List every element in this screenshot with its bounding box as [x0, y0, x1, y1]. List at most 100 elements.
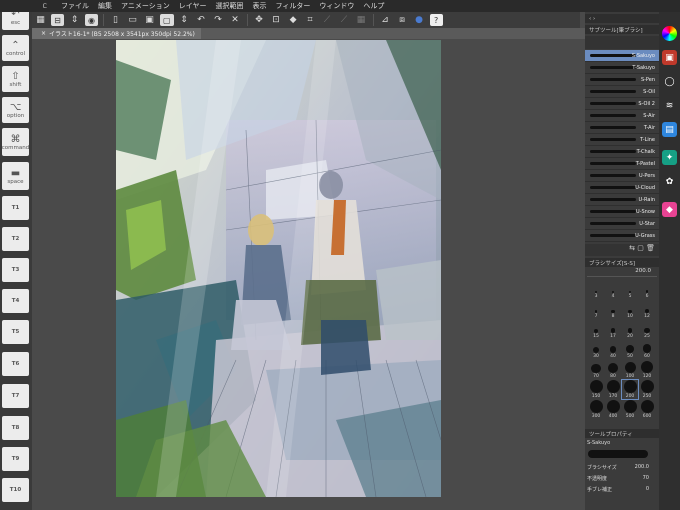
brush-size-option[interactable]: 15: [588, 320, 604, 339]
key-control[interactable]: ⌃ control: [2, 35, 29, 61]
transform-icon[interactable]: ✥: [253, 14, 266, 26]
crop-icon[interactable]: ⌗: [304, 14, 317, 26]
canvas-icon[interactable]: ▢: [160, 14, 174, 26]
brush-size-option[interactable]: 500: [622, 400, 638, 419]
brush-item[interactable]: S-Sakuyo: [585, 50, 659, 62]
brush-size-option[interactable]: 7: [588, 300, 604, 319]
palette-icon[interactable]: ✿: [662, 174, 677, 189]
brush-size-option[interactable]: 400: [605, 400, 621, 419]
select-off-icon[interactable]: ▦: [355, 14, 368, 26]
menu-help[interactable]: ヘルプ: [363, 1, 384, 11]
deselect-icon[interactable]: ⊡: [270, 14, 283, 26]
sub-tool-actions[interactable]: ⇆ ▢ 🗑: [585, 244, 659, 256]
brush-item[interactable]: U-Pers: [585, 170, 659, 182]
menu-animation[interactable]: アニメーション: [121, 1, 170, 11]
brush-size-option[interactable]: 150: [588, 380, 604, 399]
brush-size-option[interactable]: 5: [622, 280, 638, 299]
snap-icon[interactable]: ⧈: [396, 14, 409, 26]
layer-property-icon[interactable]: ▤: [662, 122, 677, 137]
brush-item[interactable]: S-Oil: [585, 86, 659, 98]
tool-property-row[interactable]: 不透明度 70: [587, 473, 655, 483]
app-logo-icon[interactable]: ᥴ: [38, 0, 52, 12]
stepper-icon-2[interactable]: ⇕: [178, 14, 191, 26]
undo-icon[interactable]: ↶: [195, 14, 208, 26]
tool-property-row[interactable]: ブラシサイズ 200.0: [587, 462, 655, 472]
property-value[interactable]: 0: [646, 486, 655, 492]
brush-size-option[interactable]: 12: [639, 300, 655, 319]
brush-size-option[interactable]: 300: [588, 400, 604, 419]
open-folder-icon[interactable]: ▭: [126, 14, 139, 26]
property-value[interactable]: 70: [643, 475, 655, 481]
menu-window[interactable]: ウィンドウ: [319, 1, 354, 11]
menu-filter[interactable]: フィルター: [276, 1, 311, 11]
brush-size-option[interactable]: 170: [605, 380, 621, 399]
brush-item[interactable]: T-Pastel: [585, 158, 659, 170]
tool-property-row[interactable]: 手ブレ補正 0: [587, 484, 655, 494]
color-history-icon[interactable]: ◆: [662, 202, 677, 217]
brush-item[interactable]: U-Cloud: [585, 182, 659, 194]
brush-item[interactable]: T-Line: [585, 134, 659, 146]
key-t8[interactable]: T8: [2, 416, 29, 440]
brush-size-option[interactable]: 3: [588, 280, 604, 299]
color-drop-icon[interactable]: ●: [413, 14, 426, 26]
brush-size-value[interactable]: 200.0: [587, 268, 657, 277]
brush-size-option[interactable]: 25: [639, 320, 655, 339]
brush-size-option[interactable]: 600: [639, 400, 655, 419]
layout-icon[interactable]: ⊟: [51, 14, 64, 26]
menu-file[interactable]: ファイル: [61, 1, 89, 11]
key-t1[interactable]: T1: [2, 196, 29, 220]
key-command[interactable]: ⌘ command: [2, 128, 29, 156]
brush-size-option[interactable]: 40: [605, 340, 621, 359]
redo-icon[interactable]: ↷: [212, 14, 225, 26]
brush-size-option[interactable]: 60: [639, 340, 655, 359]
artwork-canvas[interactable]: [116, 40, 441, 497]
brush-size-option[interactable]: 30: [588, 340, 604, 359]
clear-icon[interactable]: ✕: [229, 14, 242, 26]
help-icon[interactable]: ?: [429, 14, 443, 26]
eye-icon[interactable]: ◉: [85, 14, 98, 26]
brush-size-option[interactable]: 250: [639, 380, 655, 399]
brush-item[interactable]: T-Air: [585, 122, 659, 134]
brush-item[interactable]: S-Oil 2: [585, 98, 659, 110]
brush-size-option[interactable]: 50: [622, 340, 638, 359]
brush-item[interactable]: T-Chalk: [585, 146, 659, 158]
save-icon[interactable]: ▣: [143, 14, 156, 26]
key-shift[interactable]: ⇧ shift: [2, 66, 29, 92]
key-t10[interactable]: T10: [2, 478, 29, 502]
navigator-icon[interactable]: ◯: [662, 74, 677, 89]
brush-size-option[interactable]: 20: [622, 320, 638, 339]
new-file-icon[interactable]: ▯: [109, 14, 122, 26]
brush-size-option[interactable]: 80: [605, 360, 621, 379]
layers-icon[interactable]: ≋: [662, 98, 677, 113]
brush-item[interactable]: U-Rain: [585, 194, 659, 206]
property-value[interactable]: 200.0: [635, 464, 655, 470]
key-space[interactable]: ▬ space: [2, 162, 29, 190]
menu-layer[interactable]: レイヤー: [179, 1, 207, 11]
panel-tabs[interactable]: ‹ ›: [585, 14, 659, 23]
brush-item[interactable]: U-Star: [585, 218, 659, 230]
key-t9[interactable]: T9: [2, 447, 29, 471]
brush-size-option[interactable]: 200: [621, 379, 639, 400]
color-wheel-icon[interactable]: [662, 26, 677, 41]
brush-item[interactable]: U-Grass: [585, 230, 659, 242]
fill-icon[interactable]: ◆: [287, 14, 300, 26]
brush-size-option[interactable]: 8: [605, 300, 621, 319]
key-t7[interactable]: T7: [2, 384, 29, 408]
menu-view[interactable]: 表示: [253, 1, 267, 11]
brush-item[interactable]: T-Sakuyo: [585, 62, 659, 74]
key-t2[interactable]: T2: [2, 227, 29, 251]
ruler-icon[interactable]: ⊿: [379, 14, 392, 26]
key-t3[interactable]: T3: [2, 258, 29, 282]
brush-size-option[interactable]: 120: [639, 360, 655, 379]
brush-size-option[interactable]: 4: [605, 280, 621, 299]
grid-menu-icon[interactable]: ▦: [34, 14, 47, 26]
eraser-off-icon[interactable]: ⟋: [338, 14, 351, 26]
brush-size-option[interactable]: 10: [622, 300, 638, 319]
brush-size-option[interactable]: 100: [622, 360, 638, 379]
brush-size-option[interactable]: 17: [605, 320, 621, 339]
key-option[interactable]: ⌥ option: [2, 97, 29, 123]
brush-item[interactable]: S-Pen: [585, 74, 659, 86]
key-t6[interactable]: T6: [2, 352, 29, 376]
brush-item[interactable]: U-Snow: [585, 206, 659, 218]
brush-size-option[interactable]: 70: [588, 360, 604, 379]
